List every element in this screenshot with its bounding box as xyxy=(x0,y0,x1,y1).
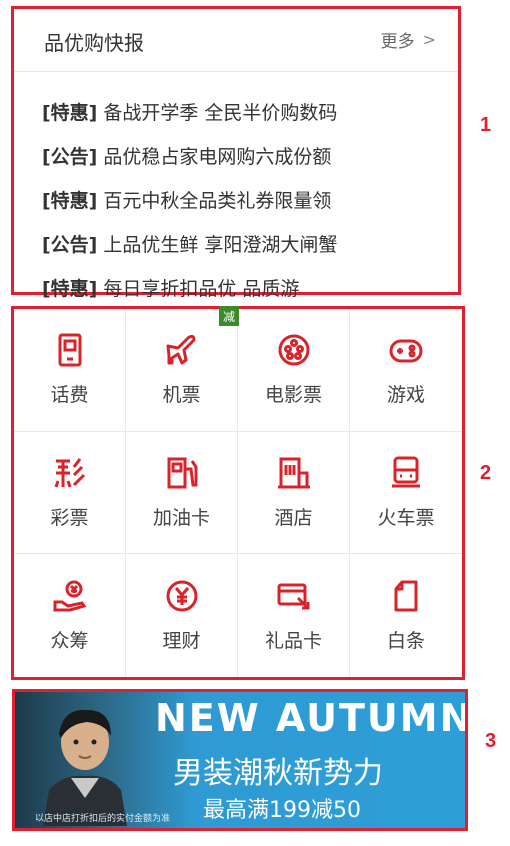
film-reel-icon xyxy=(276,332,312,368)
service-game[interactable]: 游戏 xyxy=(350,309,462,432)
service-finance[interactable]: 理财 xyxy=(126,554,238,677)
banner-promo: 最高满199减50 xyxy=(203,798,361,823)
news-text: 上品优生鲜 享阳澄湖大闸蟹 xyxy=(103,233,338,256)
yuan-coin-icon xyxy=(164,578,200,614)
news-tag: [特惠] xyxy=(42,277,98,300)
section-marker-3: 3 xyxy=(485,730,497,752)
banner-headline: NEW AUTUMN xyxy=(155,696,468,740)
train-icon xyxy=(388,455,424,491)
banner-subhead: 男装潮秋新势力 xyxy=(173,756,383,791)
news-tag: [公告] xyxy=(42,145,98,168)
section-marker-1: 1 xyxy=(480,114,492,136)
service-label: 话费 xyxy=(50,384,89,407)
promo-banner[interactable]: NEW AUTUMN 男装潮秋新势力 最高满199减50 以店中店打折扣后的实付… xyxy=(12,689,468,831)
gamepad-icon xyxy=(388,332,424,368)
news-header: 品优购快报 更多 > xyxy=(14,9,458,72)
services-grid: 话费 减 机票 电影票 游戏 彩票 加油卡 酒店 火车票 众筹 理财 礼品卡 白… xyxy=(14,306,462,677)
news-text: 品优稳占家电网购六成份额 xyxy=(103,145,332,168)
banner-fine-print: 以店中店打折扣后的实付金额为准 xyxy=(35,814,171,824)
news-title: 品优购快报 xyxy=(44,31,144,55)
document-icon xyxy=(388,578,424,614)
service-phone[interactable]: 话费 xyxy=(14,309,126,432)
news-item[interactable]: [特惠] 备战开学季 全民半价购数码 xyxy=(42,89,448,133)
service-movie[interactable]: 电影票 xyxy=(238,309,350,432)
service-crowdfund[interactable]: 众筹 xyxy=(14,554,126,677)
news-text: 备战开学季 全民半价购数码 xyxy=(103,101,338,124)
news-tag: [公告] xyxy=(42,233,98,256)
news-more-label: 更多 xyxy=(380,32,415,52)
service-train[interactable]: 火车票 xyxy=(350,432,462,555)
service-label: 礼品卡 xyxy=(264,630,322,653)
lottery-icon xyxy=(52,455,88,491)
news-tag: [特惠] xyxy=(42,101,98,124)
gift-card-icon xyxy=(276,578,312,614)
news-panel: 品优购快报 更多 > [特惠] 备战开学季 全民半价购数码 [公告] 品优稳占家… xyxy=(11,6,461,300)
model-photo xyxy=(43,709,127,826)
chevron-right-icon: > xyxy=(422,30,436,49)
news-item[interactable]: [公告] 品优稳占家电网购六成份额 xyxy=(42,133,448,177)
service-label: 游戏 xyxy=(386,384,425,407)
service-gift-card[interactable]: 礼品卡 xyxy=(238,554,350,677)
news-item[interactable]: [特惠] 百元中秋全品类礼券限量领 xyxy=(42,177,448,221)
news-text: 每日享折扣品优 品质游 xyxy=(103,277,300,300)
services-panel: 话费 减 机票 电影票 游戏 彩票 加油卡 酒店 火车票 众筹 理财 礼品卡 白… xyxy=(11,306,465,680)
gas-pump-icon xyxy=(164,455,200,491)
phone-icon xyxy=(52,332,88,368)
discount-badge: 减 xyxy=(219,306,239,326)
service-label: 酒店 xyxy=(274,506,313,529)
service-label: 理财 xyxy=(162,630,201,653)
airplane-icon xyxy=(164,332,200,368)
section-marker-2: 2 xyxy=(480,462,492,484)
news-more-link[interactable]: 更多 > xyxy=(381,27,436,52)
service-lottery[interactable]: 彩票 xyxy=(14,431,126,555)
service-label: 机票 xyxy=(162,384,201,407)
crowdfund-hand-icon xyxy=(52,578,88,614)
service-label: 加油卡 xyxy=(152,506,210,529)
service-gas-card[interactable]: 加油卡 xyxy=(126,431,238,555)
service-label: 火车票 xyxy=(377,506,435,529)
hotel-building-icon xyxy=(276,455,312,491)
news-item[interactable]: [公告] 上品优生鲜 享阳澄湖大闸蟹 xyxy=(42,221,448,265)
service-label: 电影票 xyxy=(264,384,322,407)
news-text: 百元中秋全品类礼券限量领 xyxy=(103,189,332,212)
service-label: 白条 xyxy=(386,630,425,653)
news-item[interactable]: [特惠] 每日享折扣品优 品质游 xyxy=(42,265,448,309)
news-tag: [特惠] xyxy=(42,189,98,212)
service-baitiao[interactable]: 白条 xyxy=(350,554,462,677)
service-label: 彩票 xyxy=(50,506,89,529)
service-flight[interactable]: 减 机票 xyxy=(126,306,239,432)
service-label: 众筹 xyxy=(50,630,89,653)
service-hotel[interactable]: 酒店 xyxy=(238,431,350,555)
news-list: [特惠] 备战开学季 全民半价购数码 [公告] 品优稳占家电网购六成份额 [特惠… xyxy=(42,89,448,309)
